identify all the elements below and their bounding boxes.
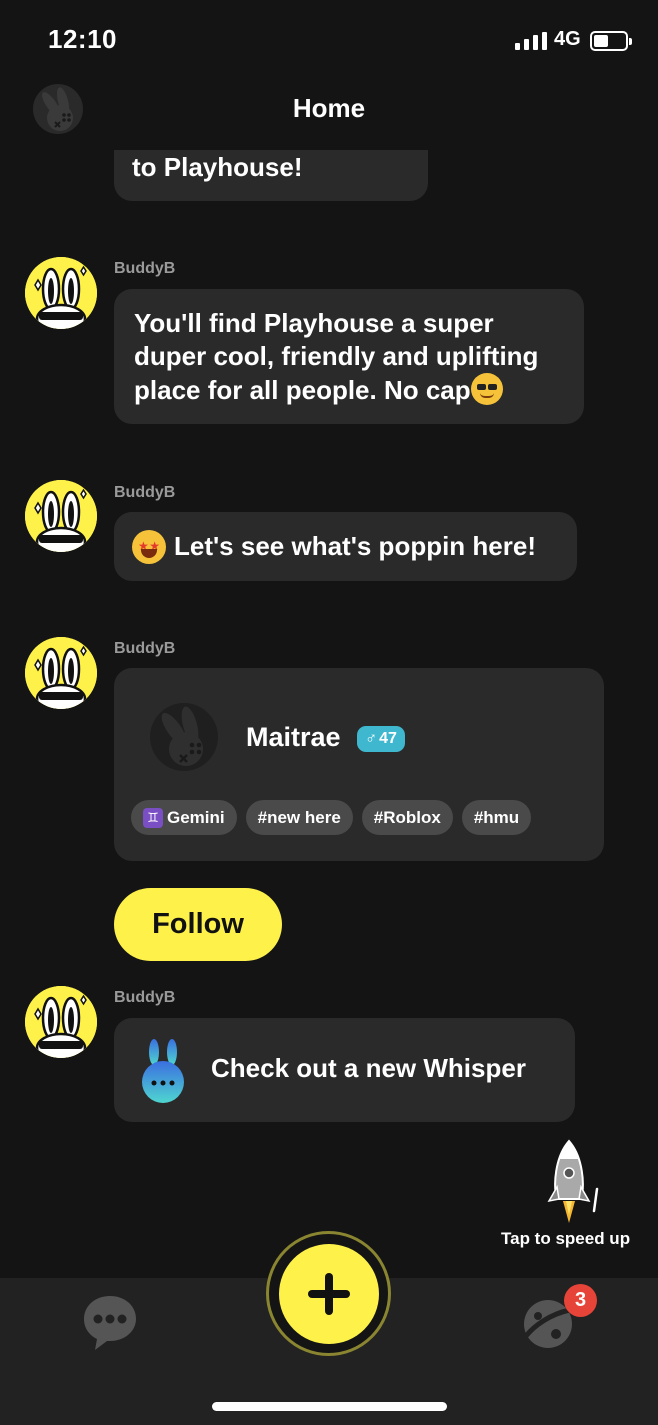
tag-new-here[interactable]: #new here — [245, 800, 353, 835]
star-struck-emoji-icon: ★ ★ — [132, 529, 166, 564]
tag-gemini[interactable]: ♊ Gemini — [131, 800, 237, 835]
speed-up-label[interactable]: Tap to speed up — [501, 1229, 630, 1249]
tag-label: #hmu — [473, 807, 520, 827]
buddyb-avatar[interactable] — [25, 637, 97, 709]
sender-name: BuddyB — [114, 989, 176, 1006]
gemini-icon: ♊ — [143, 807, 163, 828]
message-bubble: ★ ★ Let's see what's poppin here! — [114, 512, 577, 581]
page-title: Home — [292, 93, 366, 123]
user-avatar[interactable] — [150, 703, 218, 771]
sender-name: BuddyB — [114, 640, 176, 657]
create-button-ring — [266, 1231, 391, 1356]
tag-label: Gemini — [167, 807, 225, 827]
interest-tags: ♊ Gemini #new here #Roblox #hmu — [131, 800, 532, 835]
chat-bubble-icon[interactable] — [82, 1294, 138, 1352]
whisper-bunny-icon — [142, 1039, 184, 1103]
tag-label: #Roblox — [373, 807, 441, 827]
status-bar: 12:10 4G — [0, 0, 658, 80]
age-value: 47 — [379, 730, 397, 747]
user-name: Maitrae — [246, 722, 341, 752]
message-text: Check out a new Whisper — [211, 1053, 526, 1083]
profile-card[interactable]: Maitrae ♂ 47 ♊ Gemini #new here #Roblox … — [114, 668, 604, 861]
network-type: 4G — [554, 28, 581, 50]
signal-icon — [515, 32, 547, 50]
buddyb-avatar[interactable] — [25, 257, 97, 329]
sender-name: BuddyB — [114, 260, 176, 277]
buddyb-avatar[interactable] — [25, 986, 97, 1058]
rocket-icon[interactable] — [545, 1137, 605, 1229]
tag-hmu[interactable]: #hmu — [461, 800, 532, 835]
message-bubble-partial: to Playhouse! — [114, 150, 428, 201]
battery-icon — [590, 31, 632, 51]
sunglasses-emoji-icon — [470, 373, 503, 405]
male-icon: ♂ — [365, 730, 378, 747]
notification-badge: 3 — [564, 1284, 597, 1317]
message-text: to Playhouse! — [132, 152, 303, 182]
buddyb-avatar[interactable] — [25, 480, 97, 552]
message-text: Let's see what's poppin here! — [174, 531, 536, 561]
tag-label: #new here — [257, 807, 341, 827]
whisper-message[interactable]: Check out a new Whisper — [114, 1018, 575, 1122]
home-indicator[interactable] — [212, 1402, 447, 1411]
message-bubble: You'll find Playhouse a super duper cool… — [114, 289, 584, 424]
status-time: 12:10 — [48, 24, 117, 54]
gender-age-badge: ♂ 47 — [357, 726, 405, 752]
tag-roblox[interactable]: #Roblox — [361, 800, 453, 835]
create-plus-button[interactable] — [278, 1243, 379, 1344]
sender-name: BuddyB — [114, 484, 176, 501]
follow-button[interactable]: Follow — [114, 888, 282, 961]
